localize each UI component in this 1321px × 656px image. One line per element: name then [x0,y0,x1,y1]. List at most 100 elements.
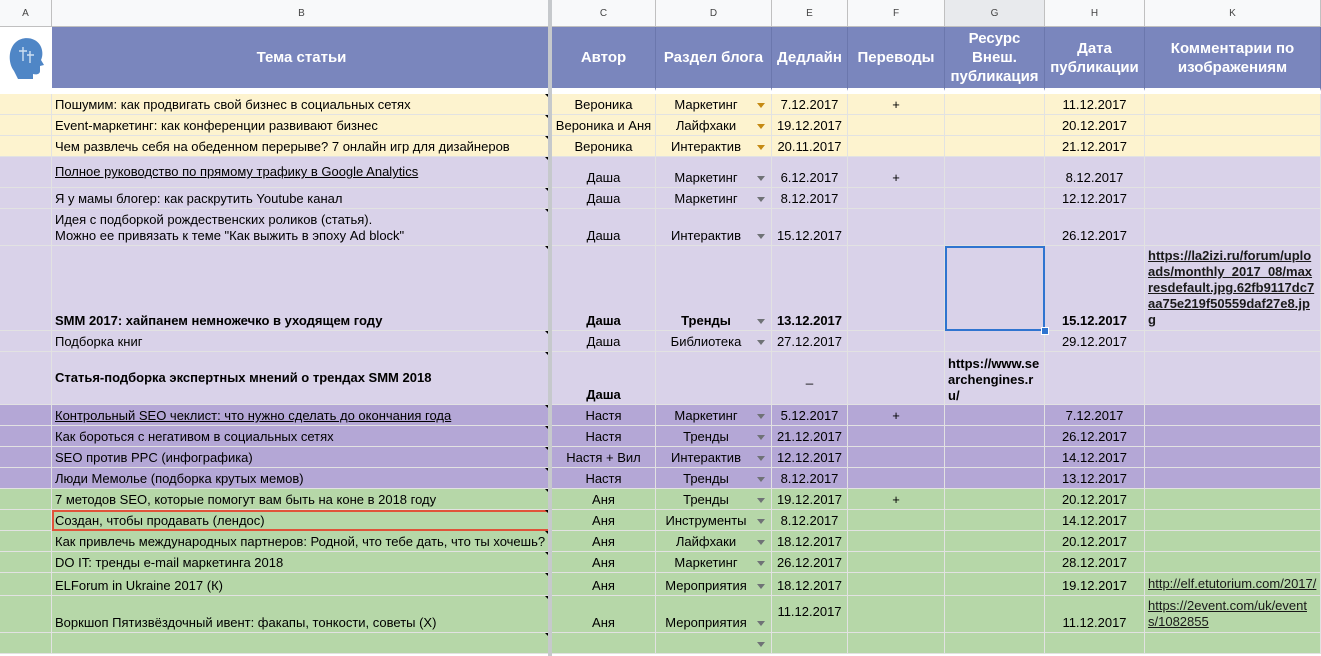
row-1-deadline[interactable]: 7.12.2017 [772,94,848,115]
row-3-comment[interactable] [1145,136,1321,157]
row-5-comment[interactable] [1145,188,1321,209]
row-17-translations[interactable] [848,552,945,573]
row-6-col-a[interactable] [0,209,52,246]
row-8-resource[interactable] [945,331,1045,352]
row-19-pubdate[interactable]: 11.12.2017 [1045,596,1145,633]
row-4-section[interactable]: Маркетинг [656,157,772,188]
row-2-author[interactable]: Вероника и Аня [552,115,656,136]
row-20-pubdate[interactable] [1045,633,1145,654]
column-header-a[interactable]: A [0,0,52,27]
row-2-translations[interactable] [848,115,945,136]
row-5-section[interactable]: Маркетинг [656,188,772,209]
column-header-h[interactable]: H [1045,0,1145,27]
row-7-translations[interactable] [848,246,945,331]
row-6-resource[interactable] [945,209,1045,246]
row-3-translations[interactable] [848,136,945,157]
row-6-topic[interactable]: Идея с подборкой рождественских роликов … [52,209,552,246]
row-13-author[interactable]: Настя [552,468,656,489]
dropdown-arrow-icon[interactable] [757,540,765,545]
row-6-author[interactable]: Даша [552,209,656,246]
row-20-resource[interactable] [945,633,1045,654]
row-4-col-a[interactable] [0,157,52,188]
row-18-author[interactable]: Аня [552,573,656,596]
row-1-resource[interactable] [945,94,1045,115]
row-10-resource[interactable] [945,405,1045,426]
row-20-comment[interactable] [1145,633,1321,654]
row-13-resource[interactable] [945,468,1045,489]
row-6-pubdate[interactable]: 26.12.2017 [1045,209,1145,246]
dropdown-arrow-icon[interactable] [757,145,765,150]
dropdown-arrow-icon[interactable] [757,124,765,129]
dropdown-arrow-icon[interactable] [757,519,765,524]
row-20-topic[interactable] [52,633,552,654]
row-3-topic[interactable]: Чем развлечь себя на обеденном перерыве?… [52,136,552,157]
row-19-comment[interactable]: https://2event.com/uk/events/1082855 [1145,596,1321,633]
row-10-section[interactable]: Маркетинг [656,405,772,426]
row-15-col-a[interactable] [0,510,52,531]
row-4-deadline[interactable]: 6.12.2017 [772,157,848,188]
row-13-comment[interactable] [1145,468,1321,489]
row-19-deadline[interactable]: 11.12.2017 [772,596,848,633]
row-2-col-a[interactable] [0,115,52,136]
row-12-comment[interactable] [1145,447,1321,468]
row-11-pubdate[interactable]: 26.12.2017 [1045,426,1145,447]
row-2-section[interactable]: Лайфхаки [656,115,772,136]
row-11-section[interactable]: Тренды [656,426,772,447]
row-2-comment[interactable] [1145,115,1321,136]
row-19-resource[interactable] [945,596,1045,633]
row-9-author[interactable]: Даша [552,352,656,405]
row-12-translations[interactable] [848,447,945,468]
row-8-col-a[interactable] [0,331,52,352]
row-12-pubdate[interactable]: 14.12.2017 [1045,447,1145,468]
column-header-f[interactable]: F [848,0,945,27]
row-1-comment[interactable] [1145,94,1321,115]
row-19-translations[interactable] [848,596,945,633]
row-12-section[interactable]: Интерактив [656,447,772,468]
row-14-translations[interactable]: + [848,489,945,510]
row-9-deadline[interactable]: _ [772,352,848,405]
row-16-pubdate[interactable]: 20.12.2017 [1045,531,1145,552]
dropdown-arrow-icon[interactable] [757,456,765,461]
row-16-comment[interactable] [1145,531,1321,552]
row-18-section[interactable]: Мероприятия [656,573,772,596]
row-20-author[interactable] [552,633,656,654]
row-18-deadline[interactable]: 18.12.2017 [772,573,848,596]
row-15-comment[interactable] [1145,510,1321,531]
row-15-resource[interactable] [945,510,1045,531]
column-header-c[interactable]: C [552,0,656,27]
row-8-deadline[interactable]: 27.12.2017 [772,331,848,352]
dropdown-arrow-icon[interactable] [757,477,765,482]
row-4-translations[interactable]: + [848,157,945,188]
row-5-topic[interactable]: Я у мамы блогер: как раскрутить Youtube … [52,188,552,209]
row-17-section[interactable]: Маркетинг [656,552,772,573]
row-17-topic[interactable]: DO IT: тренды e-mail маркетинга 2018 [52,552,552,573]
row-8-section[interactable]: Библиотека [656,331,772,352]
row-12-author[interactable]: Настя + Вил [552,447,656,468]
dropdown-arrow-icon[interactable] [757,642,765,647]
row-13-topic[interactable]: Люди Мемолье (подборка крутых мемов) [52,468,552,489]
row-11-author[interactable]: Настя [552,426,656,447]
row-11-deadline[interactable]: 21.12.2017 [772,426,848,447]
row-14-comment[interactable] [1145,489,1321,510]
row-1-col-a[interactable] [0,94,52,115]
selection-fill-handle[interactable] [1041,327,1049,335]
row-17-author[interactable]: Аня [552,552,656,573]
row-8-pubdate[interactable]: 29.12.2017 [1045,331,1145,352]
row-15-translations[interactable] [848,510,945,531]
row-3-col-a[interactable] [0,136,52,157]
row-15-deadline[interactable]: 8.12.2017 [772,510,848,531]
dropdown-arrow-icon[interactable] [757,103,765,108]
row-13-deadline[interactable]: 8.12.2017 [772,468,848,489]
row-4-topic[interactable]: Полное руководство по прямому трафику в … [52,157,552,188]
row-13-pubdate[interactable]: 13.12.2017 [1045,468,1145,489]
dropdown-arrow-icon[interactable] [757,319,765,324]
row-14-author[interactable]: Аня [552,489,656,510]
row-15-pubdate[interactable]: 14.12.2017 [1045,510,1145,531]
row-6-deadline[interactable]: 15.12.2017 [772,209,848,246]
row-15-topic[interactable]: Создан, чтобы продавать (лендос) [52,510,552,531]
row-9-comment[interactable] [1145,352,1321,405]
row-4-pubdate[interactable]: 8.12.2017 [1045,157,1145,188]
row-2-topic[interactable]: Event-маркетинг: как конференции развива… [52,115,552,136]
row-4-resource[interactable] [945,157,1045,188]
row-2-deadline[interactable]: 19.12.2017 [772,115,848,136]
